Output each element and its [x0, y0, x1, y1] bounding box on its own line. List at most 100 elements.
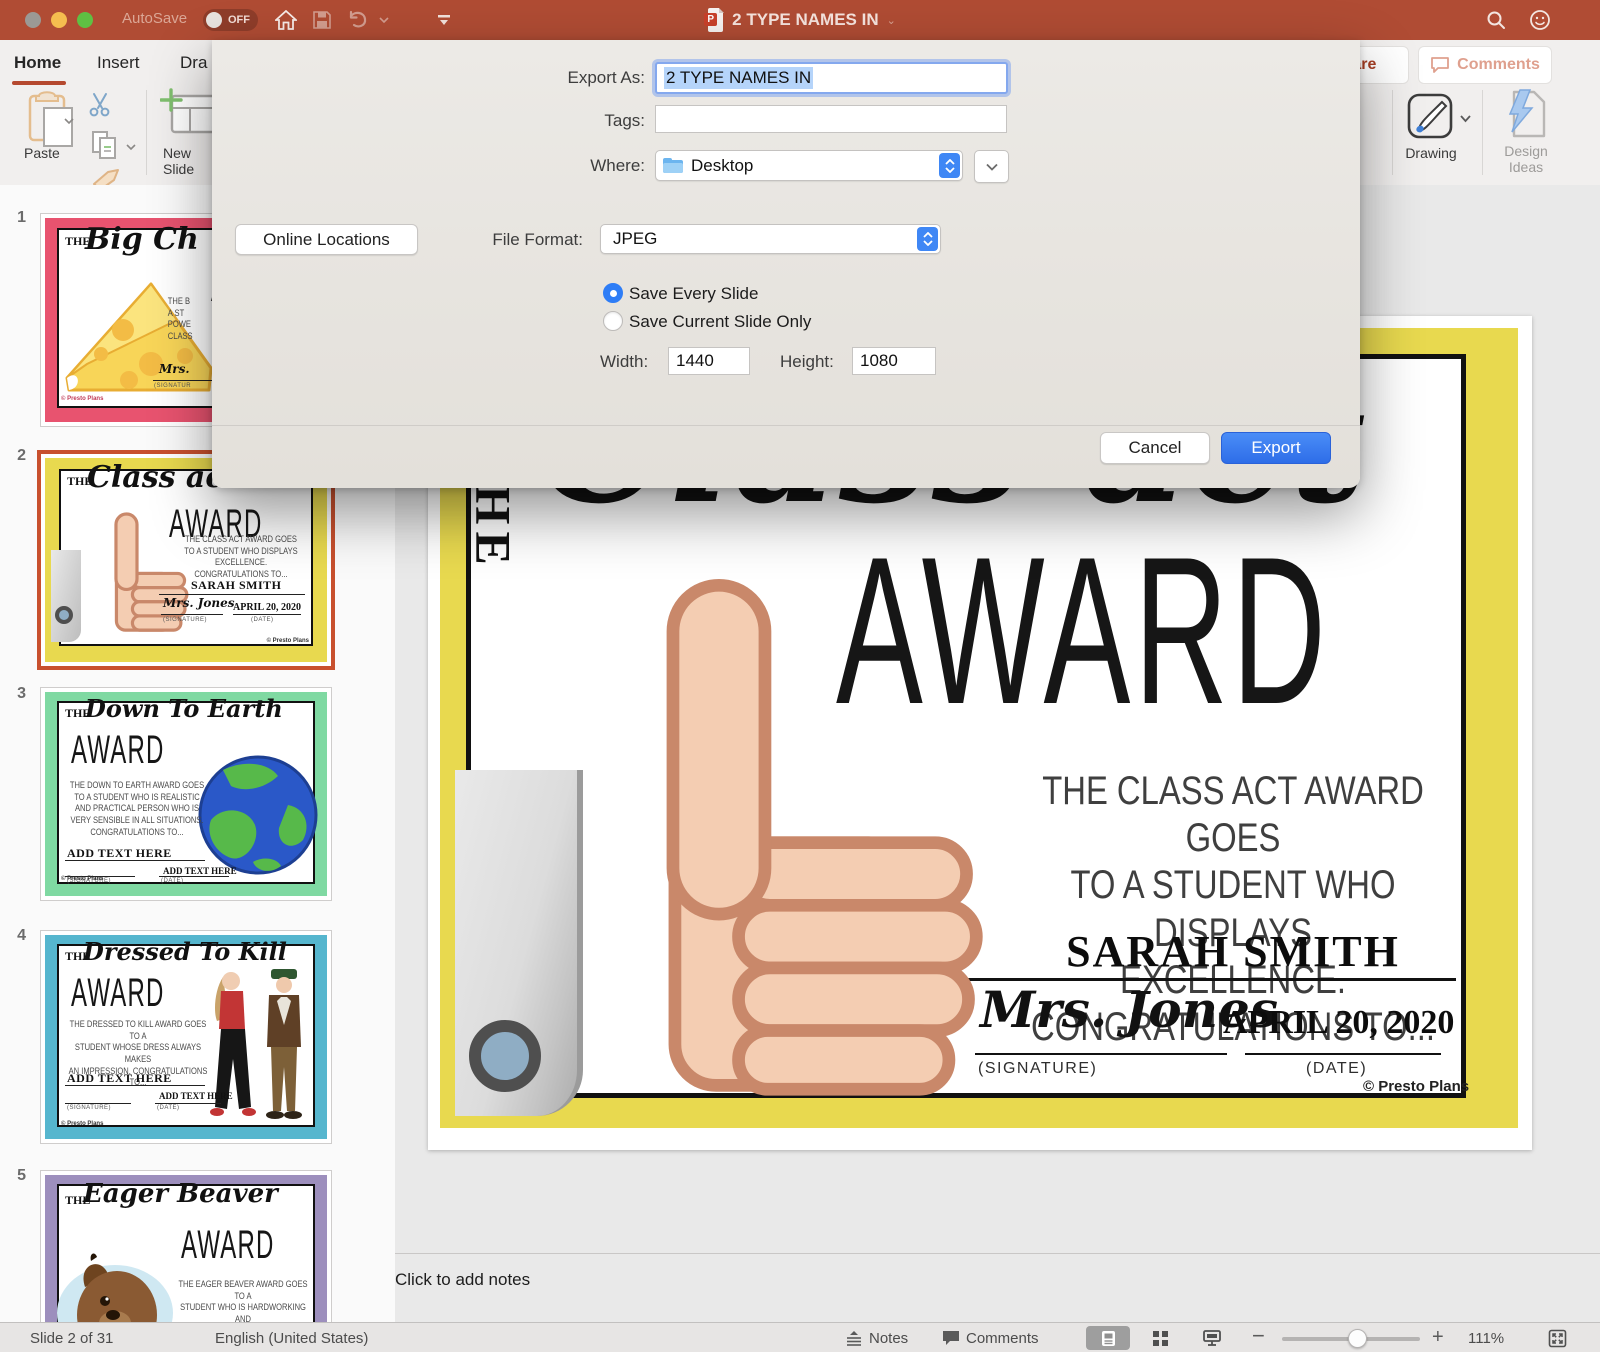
design-ideas-icon[interactable]: [1502, 88, 1548, 145]
language-status[interactable]: English (United States): [215, 1323, 368, 1352]
mini-add-text: ADD TEXT HERE: [67, 846, 172, 861]
slide-number: 2: [0, 447, 26, 465]
slide-thumbnail-3[interactable]: THE Down To Earth AWARD THE DOWN TO EART…: [40, 687, 332, 901]
height-field[interactable]: [852, 347, 936, 375]
design-ideas-label: Design Ideas: [1496, 143, 1556, 175]
mini-credit: © Presto Plans: [267, 638, 309, 644]
mini-award: AWARD: [181, 1223, 275, 1268]
slide-sorter-view-button[interactable]: [1138, 1326, 1182, 1350]
slide-thumbnail-5[interactable]: THE Eager Beaver AWARD THE EAGER BEAVER …: [40, 1170, 332, 1322]
close-window-button[interactable]: [25, 12, 41, 28]
export-label: Export: [1251, 438, 1300, 458]
beaver-icon: [55, 1243, 185, 1322]
feedback-smiley-icon[interactable]: [1526, 6, 1554, 34]
zoom-out-button[interactable]: −: [1252, 1321, 1265, 1351]
mini-date: APRIL 20, 2020: [233, 602, 301, 613]
notes-toggle[interactable]: Notes: [845, 1323, 908, 1352]
undo-icon[interactable]: [344, 6, 372, 34]
minimize-window-button[interactable]: [51, 12, 67, 28]
powerpoint-window: AutoSave OFF P 2 TYPE NAMES IN ⌄: [0, 0, 1600, 1352]
width-label: Width:: [600, 352, 658, 372]
where-expand-button[interactable]: [974, 150, 1009, 183]
where-stepper-icon[interactable]: [939, 153, 960, 178]
search-icon[interactable]: [1482, 6, 1510, 34]
notes-divider[interactable]: [395, 1253, 1600, 1254]
slide-thumbnail-4[interactable]: THE Dressed To Kill AWARD THE: [40, 930, 332, 1144]
ribbon-separator: [146, 90, 147, 175]
tab-home[interactable]: Home: [14, 53, 61, 73]
comment-bubble-icon: [1430, 56, 1450, 74]
save-icon[interactable]: [308, 6, 336, 34]
notes-placeholder[interactable]: Click to add notes: [395, 1270, 530, 1290]
export-button[interactable]: Export: [1221, 432, 1331, 464]
where-value: Desktop: [691, 156, 753, 176]
zoom-level[interactable]: 111%: [1468, 1323, 1504, 1352]
mini-body: THE CLASS ACT AWARD GOES TO A STUDENT WH…: [182, 534, 300, 581]
cancel-button[interactable]: Cancel: [1100, 432, 1210, 464]
mini-date-label: (DATE): [157, 1105, 180, 1111]
cancel-label: Cancel: [1129, 438, 1182, 458]
paste-dropdown-chevron-icon[interactable]: [64, 112, 74, 130]
comments-label: Comments: [1457, 56, 1540, 74]
mini-date-label: (DATE): [161, 878, 184, 884]
export-as-label: Export As:: [495, 68, 645, 88]
tab-draw[interactable]: Dra: [180, 53, 207, 73]
normal-view-button[interactable]: [1086, 1326, 1130, 1350]
ribbon-display-options-icon[interactable]: [430, 6, 458, 34]
export-as-field[interactable]: 2 TYPE NAMES IN: [655, 62, 1008, 94]
autosave-toggle[interactable]: OFF: [203, 9, 258, 31]
home-icon[interactable]: [272, 6, 300, 34]
folder-icon: [663, 158, 683, 173]
zoom-window-button[interactable]: [77, 12, 93, 28]
undo-dropdown-chevron-icon[interactable]: [370, 6, 398, 34]
copy-dropdown-chevron-icon[interactable]: [126, 138, 136, 156]
comments-toggle[interactable]: Comments: [942, 1323, 1039, 1352]
mini-award: AWARD: [71, 971, 165, 1016]
copy-icon[interactable]: [90, 130, 120, 165]
mini-credit: © Presto Plans: [61, 876, 103, 882]
thumbs-up-icon[interactable]: [528, 554, 998, 1107]
save-current-slide-label[interactable]: Save Current Slide Only: [629, 312, 811, 332]
width-field[interactable]: [668, 347, 750, 375]
fit-slide-to-window-button[interactable]: [1535, 1326, 1579, 1350]
mini-script-title: Dressed To Kill: [83, 937, 287, 966]
save-every-slide-label[interactable]: Save Every Slide: [629, 284, 758, 304]
zoom-in-button[interactable]: +: [1432, 1322, 1444, 1352]
tags-field[interactable]: [655, 105, 1007, 133]
new-slide-button[interactable]: [160, 88, 218, 147]
online-locations-label: Online Locations: [263, 230, 390, 250]
tab-home-underline: [12, 81, 66, 85]
slide-number: 1: [0, 209, 26, 227]
save-every-slide-radio[interactable]: [603, 283, 623, 303]
slide-counter[interactable]: Slide 2 of 31: [30, 1323, 113, 1352]
title-chevron-icon[interactable]: ⌄: [887, 14, 896, 27]
comments-button[interactable]: Comments: [1418, 46, 1552, 84]
mini-body: THE EAGER BEAVER AWARD GOES TO A STUDENT…: [176, 1279, 310, 1322]
globe-icon: [193, 750, 323, 885]
slideshow-view-button[interactable]: [1190, 1326, 1234, 1350]
save-current-slide-radio[interactable]: [603, 311, 623, 331]
file-format-stepper-icon[interactable]: [917, 227, 938, 251]
mini-add-text: ADD TEXT HERE: [67, 1071, 172, 1086]
height-label: Height:: [780, 352, 844, 372]
powerpoint-doc-icon: P: [704, 8, 724, 32]
mini-signature-label: (SIGNATURE): [163, 617, 207, 623]
certificate-date[interactable]: APRIL 20, 2020: [1223, 1004, 1454, 1042]
file-format-dropdown[interactable]: JPEG: [600, 224, 941, 254]
paste-label: Paste: [24, 145, 60, 161]
cut-icon[interactable]: [86, 92, 114, 123]
tab-insert[interactable]: Insert: [97, 53, 140, 73]
file-format-value: JPEG: [613, 229, 657, 249]
mini-add-text-2: ADD TEXT HERE: [159, 1091, 233, 1101]
certificate-student-name[interactable]: SARAH SMITH: [973, 926, 1493, 977]
zoom-slider-thumb[interactable]: [1348, 1329, 1367, 1348]
where-dropdown[interactable]: Desktop: [655, 150, 963, 181]
online-locations-button[interactable]: Online Locations: [235, 224, 418, 255]
drawing-button[interactable]: [1406, 92, 1456, 147]
dialog-divider: [212, 425, 1360, 426]
drawing-dropdown-chevron-icon[interactable]: [1460, 110, 1471, 128]
ribbon-separator: [1482, 90, 1483, 175]
mini-signature: Mrs. Jones: [163, 596, 235, 610]
mini-signature: Mrs.: [159, 362, 190, 376]
comments-label: Comments: [966, 1330, 1039, 1347]
